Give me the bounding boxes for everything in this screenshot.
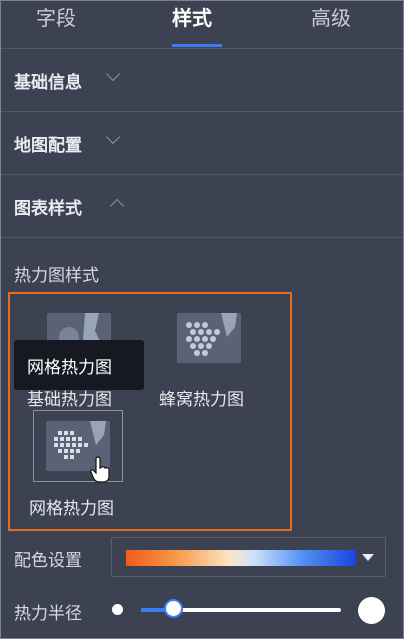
tab-style[interactable]: 样式 [172,2,212,31]
heat-radius-label: 热力半径 [14,604,82,624]
caret-down-icon [362,554,374,561]
tab-bar: 字段 样式 高级 [0,0,404,49]
slider-handle[interactable] [164,599,183,618]
tooltip-text: 网格热力图 [27,358,112,378]
section-map-config-label: 地图配置 [14,136,82,156]
color-scheme-select[interactable] [111,537,386,577]
option-grid-heatmap-label[interactable]: 网格热力图 [29,494,114,519]
honeycomb-heatmap-thumbnail[interactable] [177,313,241,363]
large-radius-dot-icon [358,597,385,624]
hand-cursor-icon [90,456,110,483]
tab-advanced[interactable]: 高级 [311,2,351,31]
tooltip: 网格热力图 [14,340,144,390]
section-basic-info[interactable]: 基础信息 [0,49,404,112]
tab-fields[interactable]: 字段 [36,2,76,31]
section-chart-style[interactable]: 图表样式 [0,175,404,238]
honeycomb-heatmap-icon [177,313,241,363]
chevron-down-icon [105,66,121,82]
small-radius-dot-icon [112,604,123,615]
heatmap-style-label: 热力图样式 [14,266,99,286]
color-setting-label: 配色设置 [14,551,82,571]
chevron-up-icon [109,198,125,214]
section-map-config[interactable]: 地图配置 [0,112,404,175]
heat-radius-slider[interactable] [141,599,341,618]
section-basic-info-label: 基础信息 [14,73,82,93]
chevron-down-icon [105,129,121,145]
active-tab-indicator [172,44,222,47]
color-gradient-swatch [126,550,356,566]
section-chart-style-label: 图表样式 [14,199,82,219]
option-honeycomb-heatmap-label[interactable]: 蜂窝热力图 [159,385,244,410]
